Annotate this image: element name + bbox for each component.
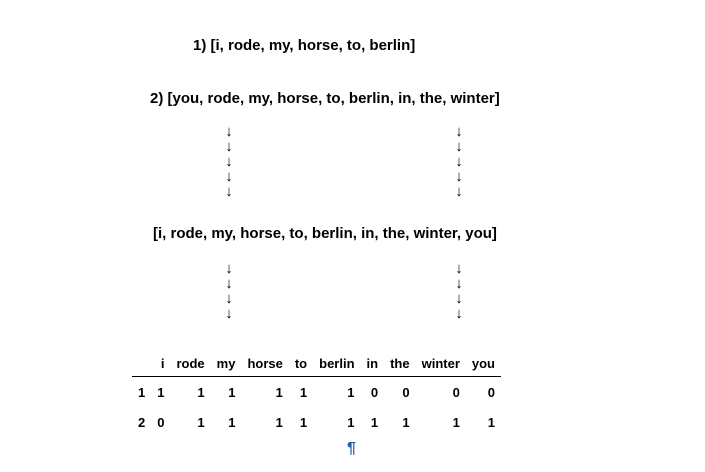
table-cell: 1: [228, 414, 236, 430]
down-arrow-icon: ↓: [455, 138, 463, 155]
column-header: in: [360, 350, 385, 377]
down-arrow-icon: ↓: [455, 123, 463, 140]
table-cell: 1: [299, 384, 308, 400]
down-arrows-left-lower: ↓ ↓ ↓ ↓: [223, 261, 235, 321]
down-arrow-icon: ↓: [225, 290, 233, 307]
down-arrows-right-lower: ↓ ↓ ↓ ↓: [453, 261, 465, 321]
down-arrow-icon: ↓: [455, 260, 463, 277]
column-header: to: [288, 350, 314, 377]
table-cell: 1: [347, 414, 355, 430]
table-cell: 0: [402, 384, 410, 400]
column-header: winter: [415, 350, 466, 377]
down-arrow-icon: ↓: [225, 168, 233, 185]
table-cell: 0: [157, 414, 165, 430]
bag-of-words-table-wrapper: i rode my horse to berlin in the winter …: [132, 350, 502, 437]
down-arrows-left-upper: ↓ ↓ ↓ ↓ ↓: [223, 124, 235, 199]
column-header: the: [384, 350, 416, 377]
table-cell: 1: [299, 414, 308, 430]
bag-of-words-table: i rode my horse to berlin in the winter …: [132, 350, 502, 437]
down-arrow-icon: ↓: [225, 138, 233, 155]
down-arrow-icon: ↓: [455, 168, 463, 185]
vocabulary-list: [i, rode, my, horse, to, berlin, in, the…: [153, 225, 497, 242]
down-arrow-icon: ↓: [225, 183, 233, 200]
table-cell: 1: [157, 384, 165, 400]
down-arrow-icon: ↓: [455, 183, 463, 200]
table-cell: 1: [402, 414, 410, 430]
table-cell: 1: [487, 414, 496, 430]
table-row: 2 0 1 1 1 1 1 1 1 1 1: [132, 407, 501, 437]
down-arrows-right-upper: ↓ ↓ ↓ ↓ ↓: [453, 124, 465, 199]
table-cell: 1: [452, 414, 460, 430]
table-cell: 1: [275, 414, 283, 430]
column-header: horse: [241, 350, 289, 377]
table-cell: 2: [138, 414, 146, 430]
down-arrow-icon: ↓: [225, 153, 233, 170]
table-cell: 1: [197, 414, 205, 430]
table-cell: 1: [138, 384, 146, 400]
table-cell: 1: [197, 384, 205, 400]
down-arrow-icon: ↓: [225, 275, 233, 292]
table-cell: 1: [370, 414, 379, 430]
column-header: [132, 350, 152, 377]
table-cell: 0: [452, 384, 460, 400]
table-cell: 1: [347, 384, 355, 400]
column-header: rode: [170, 350, 211, 377]
table-cell: 1: [275, 384, 283, 400]
column-header: berlin: [313, 350, 361, 377]
down-arrow-icon: ↓: [455, 290, 463, 307]
sentence-1: 1) [i, rode, my, horse, to, berlin]: [193, 37, 416, 54]
table-cell: 0: [487, 384, 496, 400]
column-header: my: [210, 350, 242, 377]
table-cell: 0: [370, 384, 379, 400]
table-cell: 1: [228, 384, 236, 400]
down-arrow-icon: ↓: [225, 123, 233, 140]
pilcrow-icon: ¶: [347, 440, 356, 457]
down-arrow-icon: ↓: [225, 260, 233, 277]
column-header: you: [465, 350, 502, 377]
down-arrow-icon: ↓: [225, 305, 233, 322]
down-arrow-icon: ↓: [455, 275, 463, 292]
table-header-row: i rode my horse to berlin in the winter …: [132, 350, 502, 377]
down-arrow-icon: ↓: [455, 153, 463, 170]
column-header: i: [151, 350, 171, 377]
down-arrow-icon: ↓: [455, 305, 463, 322]
table-row: 1 1 1 1 1 1 1 0 0 0 0: [132, 377, 501, 408]
sentence-2: 2) [you, rode, my, horse, to, berlin, in…: [150, 90, 500, 107]
